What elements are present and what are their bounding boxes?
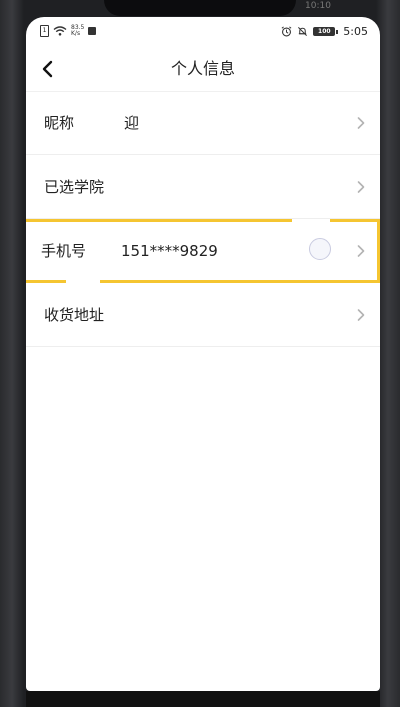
chevron-right-icon bbox=[357, 309, 365, 321]
row-value: 迎 bbox=[124, 114, 140, 132]
row-label: 昵称 bbox=[44, 114, 75, 132]
row-phone-number[interactable]: 手机号 151****9829 bbox=[26, 219, 380, 283]
bell-muted-icon bbox=[298, 27, 308, 36]
chevron-right-icon bbox=[357, 181, 365, 193]
sim-card-icon: 1 bbox=[40, 25, 49, 37]
page-title: 个人信息 bbox=[170, 59, 235, 78]
phone-frame: 10:10 1 83.5 K/s 100 5:05 个人信息 昵称 迎 已选学院… bbox=[0, 0, 400, 707]
highlight-border-gap bbox=[292, 219, 330, 222]
phone-bottom-edge bbox=[26, 691, 380, 707]
network-speed: 83.5 K/s bbox=[71, 25, 84, 37]
touch-indicator bbox=[309, 238, 331, 260]
status-time: 5:05 bbox=[343, 25, 368, 38]
battery-tip bbox=[336, 29, 339, 34]
row-shipping-address[interactable]: 收货地址 bbox=[26, 283, 380, 347]
notification-app-icon bbox=[88, 27, 97, 35]
phone-screen: 1 83.5 K/s 100 5:05 个人信息 昵称 迎 已选学院 手机号 1… bbox=[26, 17, 380, 691]
wifi-icon bbox=[53, 26, 67, 36]
alarm-clock-icon bbox=[281, 26, 292, 37]
chevron-left-icon[interactable] bbox=[36, 57, 60, 81]
battery-level: 100 bbox=[313, 27, 336, 36]
row-label: 已选学院 bbox=[44, 178, 105, 196]
nav-bar: 个人信息 bbox=[26, 47, 380, 92]
row-value: 151****9829 bbox=[121, 242, 218, 260]
profile-info-list: 昵称 迎 已选学院 手机号 151****9829 收货地址 bbox=[26, 91, 380, 347]
row-selected-college[interactable]: 已选学院 bbox=[26, 155, 380, 219]
row-nickname[interactable]: 昵称 迎 bbox=[26, 91, 380, 155]
row-label: 手机号 bbox=[41, 242, 87, 260]
camera-notch bbox=[104, 0, 296, 16]
battery-indicator: 100 bbox=[313, 27, 339, 36]
row-label: 收货地址 bbox=[44, 306, 105, 324]
top-time-remnant: 10:10 bbox=[305, 1, 331, 11]
network-speed-unit: K/s bbox=[71, 30, 81, 37]
chevron-right-icon bbox=[357, 117, 365, 129]
status-bar: 1 83.5 K/s 100 5:05 bbox=[26, 17, 380, 47]
status-bar-right: 100 5:05 bbox=[281, 25, 368, 38]
chevron-right-icon bbox=[357, 245, 365, 257]
status-bar-left: 1 83.5 K/s bbox=[40, 25, 97, 37]
